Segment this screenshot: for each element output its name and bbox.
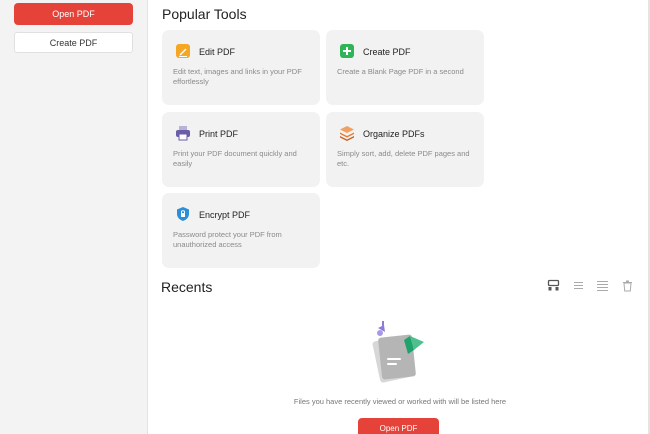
- tool-name: Print PDF: [199, 129, 239, 139]
- tool-description: Password protect your PDF from unauthori…: [173, 230, 282, 249]
- tool-card-create-pdf[interactable]: Create PDF Create a Blank Page PDF in a …: [326, 30, 484, 105]
- tool-card-organize-pdfs[interactable]: Organize PDFs Simply sort, add, delete P…: [326, 112, 484, 187]
- edit-icon: [176, 44, 190, 58]
- create-icon: [340, 44, 354, 58]
- tool-card-encrypt-pdf[interactable]: Encrypt PDF Password protect your PDF fr…: [162, 193, 320, 268]
- delete-icon[interactable]: [621, 279, 634, 292]
- popular-tools-title: Popular Tools: [162, 6, 247, 22]
- tool-name: Encrypt PDF: [199, 210, 251, 220]
- create-pdf-button[interactable]: Create PDF: [14, 32, 133, 53]
- tool-name: Create PDF: [363, 47, 411, 57]
- tool-description: Print your PDF document quickly and easi…: [173, 149, 297, 168]
- recents-open-pdf-button[interactable]: Open PDF: [358, 418, 439, 434]
- encrypt-icon: [177, 207, 189, 221]
- print-icon: [176, 126, 190, 141]
- list-view-icon[interactable]: [572, 279, 585, 292]
- tool-description: Simply sort, add, delete PDF pages and e…: [337, 149, 470, 168]
- tool-name: Organize PDFs: [363, 129, 425, 139]
- organize-icon: [340, 126, 354, 141]
- empty-recents-message: Files you have recently viewed or worked…: [293, 397, 507, 406]
- open-pdf-button[interactable]: Open PDF: [14, 3, 133, 25]
- tool-name: Edit PDF: [199, 47, 236, 57]
- recents-title: Recents: [161, 279, 213, 295]
- thumbnail-view-icon[interactable]: [547, 279, 560, 292]
- tool-card-print-pdf[interactable]: Print PDF Print your PDF document quickl…: [162, 112, 320, 187]
- detail-view-icon[interactable]: [596, 279, 609, 292]
- tool-card-edit-pdf[interactable]: Edit PDF Edit text, images and links in …: [162, 30, 320, 105]
- empty-recents-illustration: [372, 321, 424, 383]
- tool-description: Create a Blank Page PDF in a second: [337, 67, 464, 76]
- tool-description: Edit text, images and links in your PDF …: [173, 67, 302, 86]
- sidebar: Open PDF Create PDF: [0, 0, 148, 434]
